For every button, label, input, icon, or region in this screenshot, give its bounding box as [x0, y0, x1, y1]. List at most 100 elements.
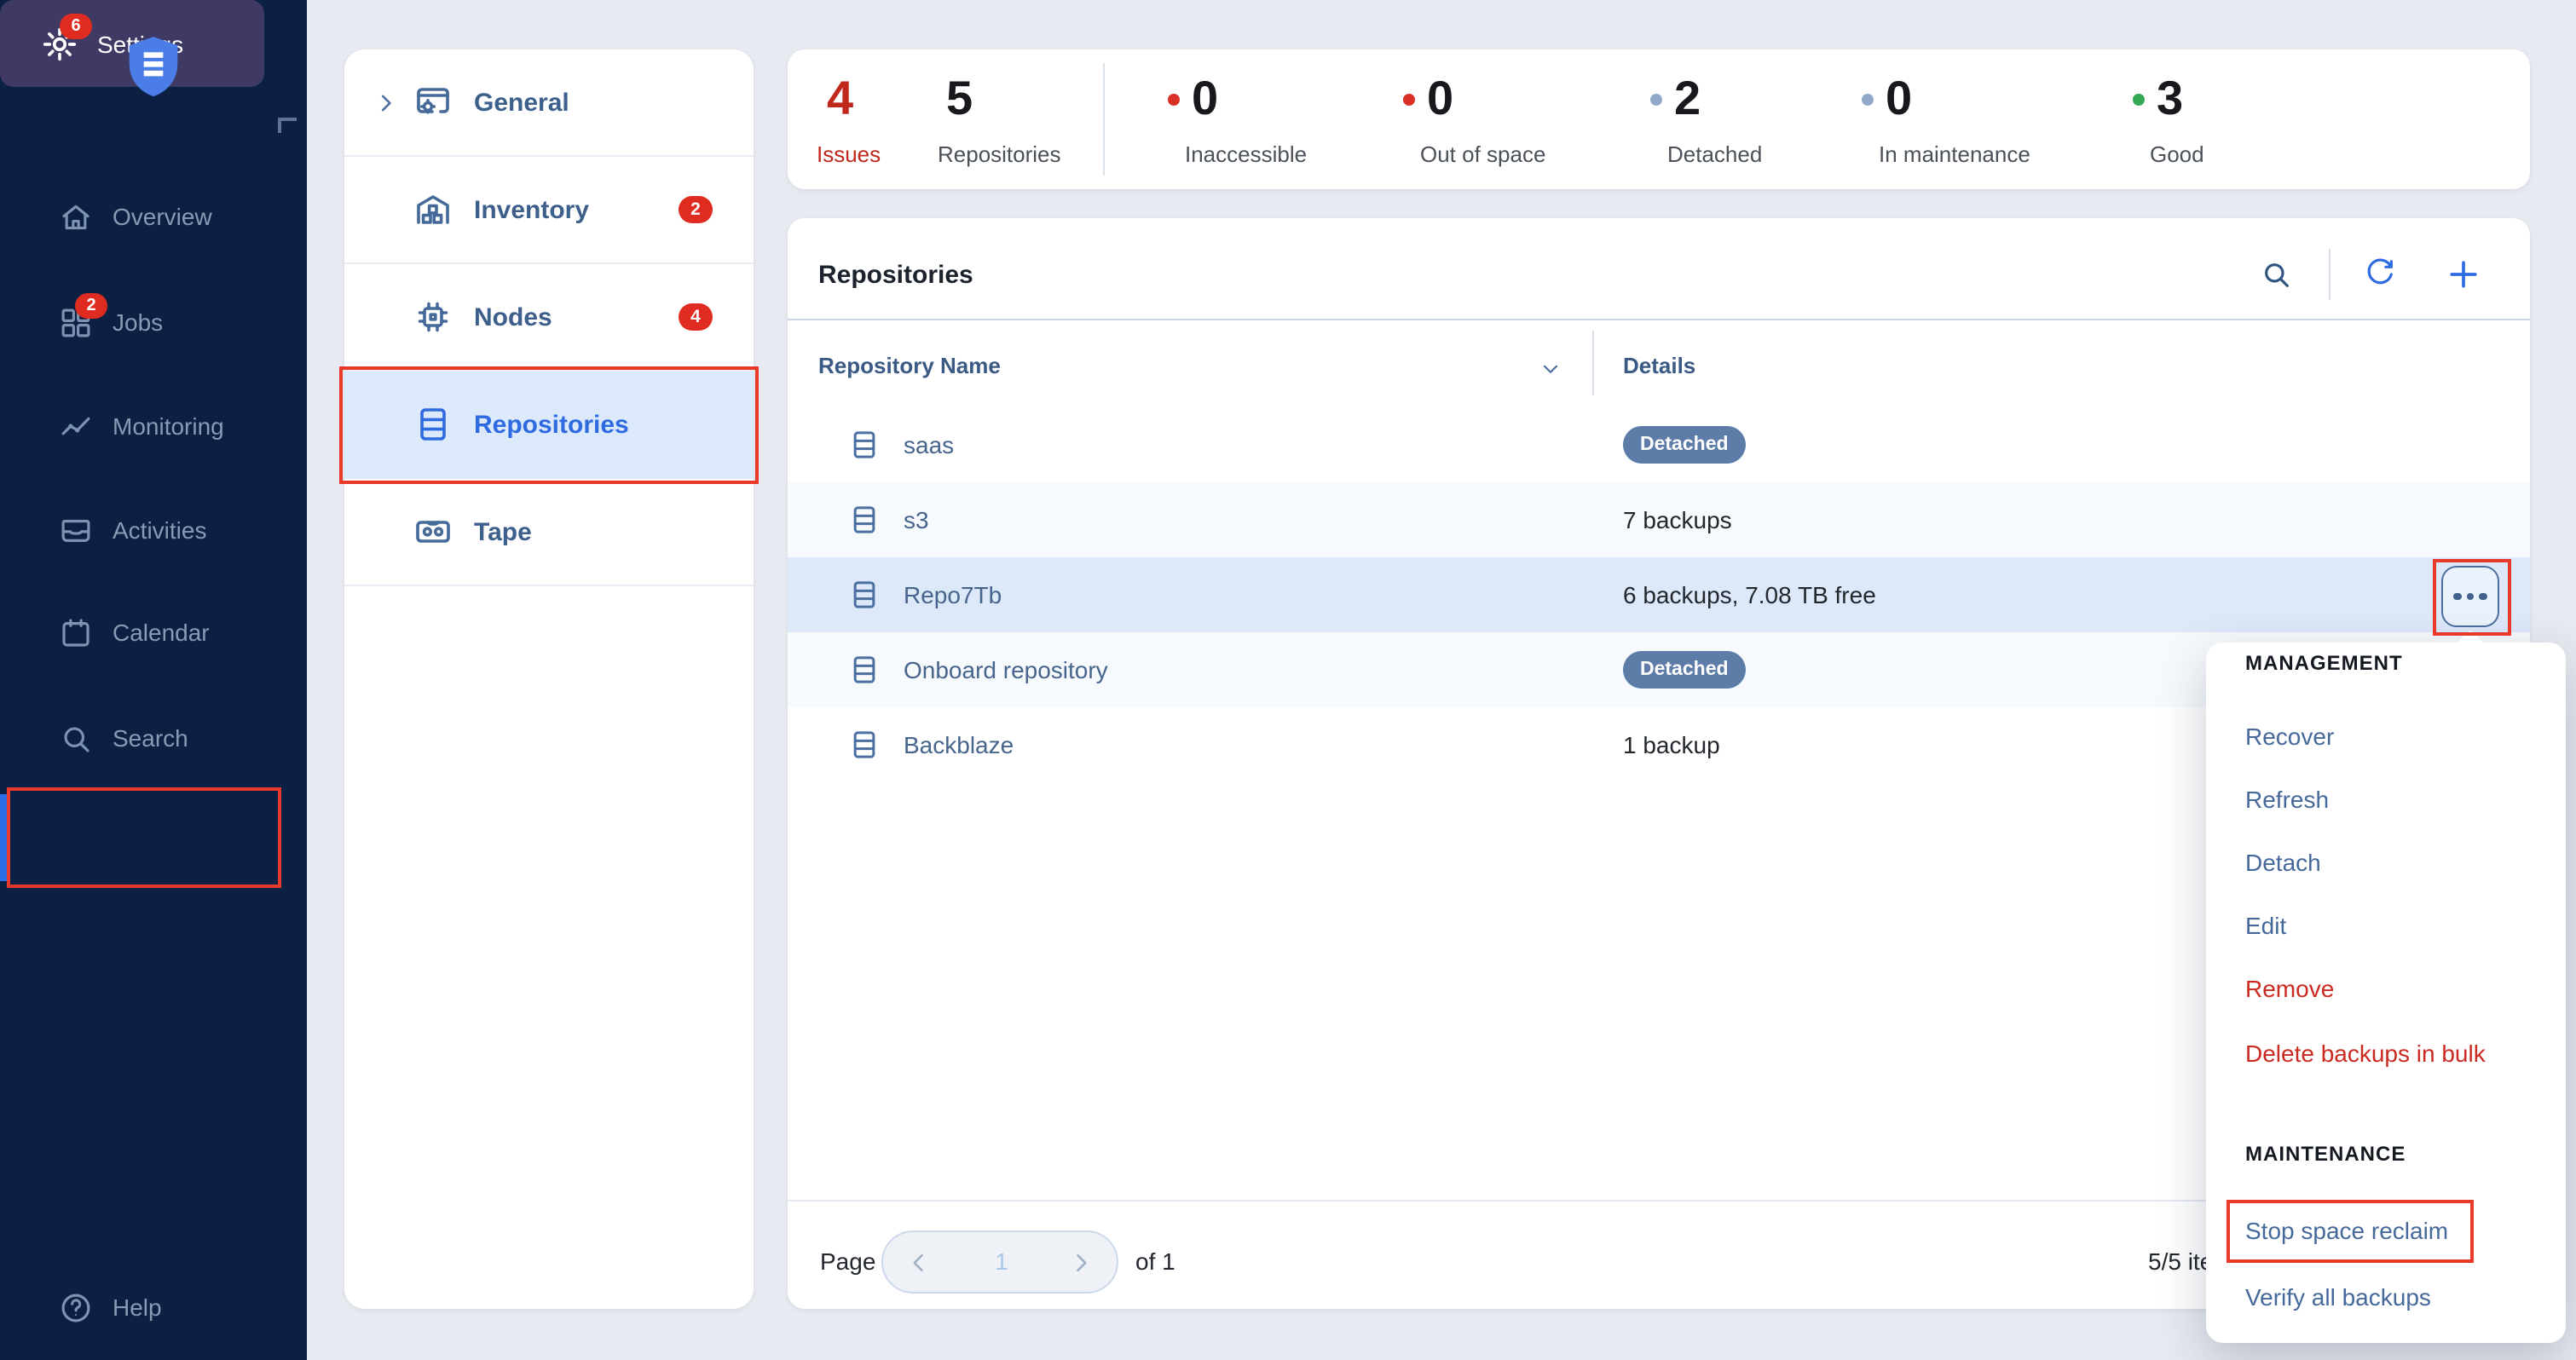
annotation-box-settings: [7, 787, 281, 888]
menu-item-stop-space-reclaim[interactable]: Stop space reclaim: [2245, 1213, 2448, 1248]
repository-icon: [847, 728, 881, 762]
stat-value: 0: [1192, 70, 1217, 128]
table-row-s3[interactable]: s3 7 backups: [788, 482, 2530, 557]
stat-value: 5: [946, 72, 972, 124]
sidebar-item-activities[interactable]: Activities: [58, 504, 297, 556]
menu-section-header: MAINTENANCE: [2245, 1142, 2406, 1169]
next-page-icon[interactable]: [1069, 1251, 1093, 1275]
stat-inaccessible[interactable]: 0 Inaccessible: [1168, 70, 1217, 128]
stat-label: Out of space: [1420, 141, 1545, 167]
column-divider: [1592, 331, 1594, 395]
stat-label: Issues: [817, 141, 881, 167]
settings-nav-item-general[interactable]: General: [344, 49, 754, 157]
row-actions-ellipsis-button[interactable]: [2441, 566, 2499, 627]
stat-good[interactable]: 3 Good: [2133, 70, 2182, 128]
repository-icon: [847, 653, 881, 687]
gear-icon: 6: [41, 25, 78, 62]
settings-nav-label: Repositories: [474, 372, 629, 479]
sort-chevron-down-icon[interactable]: [1539, 358, 1562, 380]
repository-name-link[interactable]: Backblaze: [904, 707, 1014, 782]
pager-control: 1: [881, 1230, 1118, 1294]
stat-value: 4: [827, 72, 852, 124]
settings-nav-item-repositories[interactable]: Repositories: [344, 372, 754, 479]
settings-nav-card: General Inventory 2 Nodes 4 Repositories…: [344, 49, 754, 1309]
column-header-details: Details: [1623, 353, 1695, 378]
settings-nav-item-inventory[interactable]: Inventory 2: [344, 157, 754, 264]
table-row-saas[interactable]: saas Detached: [788, 407, 2530, 482]
line-chart-icon: [58, 408, 94, 444]
settings-nav-item-tape[interactable]: Tape: [344, 479, 754, 586]
stat-detached[interactable]: 2 Detached: [1650, 70, 1700, 128]
sidebar-item-label: Search: [113, 724, 188, 752]
repository-name-link[interactable]: Onboard repository: [904, 632, 1108, 707]
menu-item-recover[interactable]: Recover: [2245, 719, 2334, 753]
status-dot-slate: [1862, 93, 1874, 105]
column-header-repository-name[interactable]: Repository Name: [818, 353, 1001, 378]
sidebar-item-overview[interactable]: Overview: [58, 191, 297, 242]
question-circle-icon: [58, 1289, 94, 1325]
repository-name-link[interactable]: Repo7Tb: [904, 557, 1002, 632]
inventory-icon: [413, 189, 453, 230]
sidebar-item-monitoring[interactable]: Monitoring: [58, 401, 297, 452]
search-icon: [58, 720, 94, 756]
inventory-count-badge: 2: [679, 196, 713, 223]
status-dot-green: [2133, 93, 2145, 105]
repository-name-link[interactable]: s3: [904, 482, 929, 557]
repository-name-link[interactable]: saas: [904, 407, 954, 482]
sidebar-item-label: Calendar: [113, 619, 210, 646]
repositories-summary-bar: 4 Issues 5 Repositories 0 Inaccessible 0…: [788, 49, 2530, 189]
add-repository-icon[interactable]: [2445, 256, 2482, 293]
jobs-count-badge: 2: [75, 292, 107, 318]
menu-item-refresh[interactable]: Refresh: [2245, 782, 2329, 816]
status-dot-slate: [1650, 93, 1662, 105]
stat-value: 2: [1674, 70, 1700, 128]
stat-label: In maintenance: [1879, 141, 2030, 167]
stat-issues[interactable]: 4 Issues: [827, 70, 852, 128]
settings-nav-label: Inventory: [474, 157, 589, 264]
stat-in-maintenance[interactable]: 0 In maintenance: [1862, 70, 1911, 128]
settings-nav-item-nodes[interactable]: Nodes 4: [344, 264, 754, 372]
status-dot-red: [1403, 93, 1415, 105]
stat-label: Repositories: [938, 141, 1061, 167]
stat-label: Good: [2150, 141, 2204, 167]
stat-value: 3: [2157, 70, 2182, 128]
menu-item-edit[interactable]: Edit: [2245, 908, 2286, 942]
sidebar-item-search[interactable]: Search: [58, 712, 297, 764]
panel-header-divider: [788, 319, 2530, 320]
grid-icon: 2: [58, 304, 94, 340]
sidebar-item-label: Jobs: [113, 308, 163, 336]
refresh-icon[interactable]: [2363, 257, 2397, 291]
stat-out-of-space[interactable]: 0 Out of space: [1403, 70, 1453, 128]
main-sidebar: Overview 2 Jobs Monitoring Activities Ca…: [0, 0, 307, 1360]
menu-item-verify-all-backups[interactable]: Verify all backups: [2245, 1280, 2431, 1314]
sidebar-item-calendar[interactable]: Calendar: [58, 607, 297, 658]
nodes-count-badge: 4: [679, 303, 713, 331]
page-label: Page: [820, 1230, 875, 1294]
tape-icon: [413, 511, 453, 552]
repository-details: 1 backup: [1623, 707, 1720, 782]
shield-logo: [124, 34, 182, 106]
stat-repositories[interactable]: 5 Repositories: [946, 70, 972, 128]
repository-actions-menu: MANAGEMENT Recover Refresh Detach Edit R…: [2206, 643, 2566, 1343]
search-icon[interactable]: [2259, 257, 2293, 291]
detached-status-badge: Detached: [1623, 651, 1746, 689]
detached-status-badge: Detached: [1623, 426, 1746, 464]
menu-item-detach[interactable]: Detach: [2245, 845, 2321, 879]
sidebar-item-label: Help: [113, 1294, 162, 1321]
sidebar-item-help[interactable]: Help: [58, 1282, 297, 1333]
chevron-right-icon: [375, 92, 397, 114]
stat-label: Detached: [1667, 141, 1762, 167]
sidebar-collapse-icon[interactable]: [278, 118, 297, 133]
menu-item-delete-backups-in-bulk[interactable]: Delete backups in bulk: [2245, 1036, 2486, 1070]
repository-icon: [847, 503, 881, 537]
table-row-repo7tb[interactable]: Repo7Tb 6 backups, 7.08 TB free: [788, 557, 2530, 632]
sidebar-item-jobs[interactable]: 2 Jobs: [58, 297, 297, 348]
menu-item-remove[interactable]: Remove: [2245, 971, 2334, 1006]
stats-divider: [1103, 63, 1105, 176]
repository-icon: [847, 578, 881, 612]
settings-nav-label: Nodes: [474, 264, 552, 372]
sidebar-item-label: Monitoring: [113, 412, 224, 440]
sidebar-item-label: Overview: [113, 203, 212, 230]
settings-nav-label: General: [474, 49, 569, 157]
stat-value: 0: [1886, 70, 1911, 128]
